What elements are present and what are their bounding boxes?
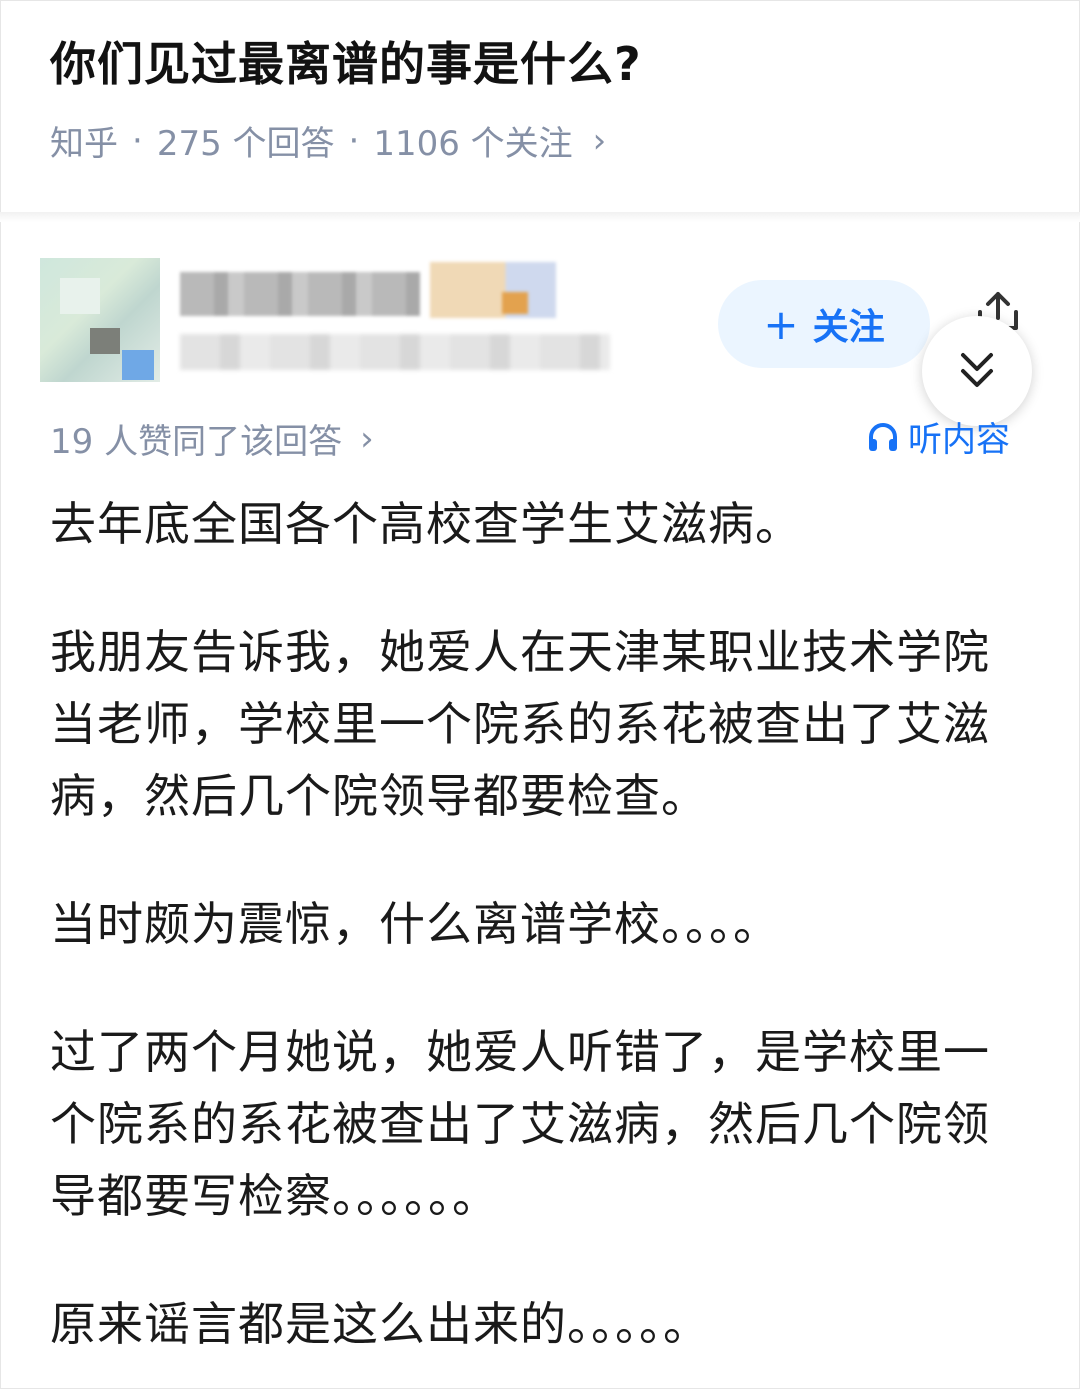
avatar[interactable] [40,258,160,382]
author-badge-blurred [430,262,556,318]
plus-icon: + [763,299,799,349]
follow-count: 1106 个关注 [373,124,573,164]
meta-separator: · [132,120,143,161]
author-name-blurred[interactable] [180,272,420,316]
follow-label: 关注 [812,307,885,348]
answer-paragraph: 我朋友告诉我，她爱人在天津某职业技术学院当老师，学校里一个院系的系花被查出了艾滋… [50,625,990,823]
collapse-button[interactable] [922,316,1032,426]
source-label: 知乎 [50,124,118,164]
question-meta[interactable]: 知乎 · 275 个回答 · 1106 个关注 › [50,116,606,165]
answer-paragraph: 原来谣言都是这么出来的。。。。。 [50,1297,710,1351]
section-divider [0,212,1080,222]
likes-count: 19 人赞同了该回答 [50,422,343,462]
chevron-right-icon: › [360,418,374,459]
answer-paragraph: 当时颇为震惊，什么离谱学校。。。。 [50,897,780,951]
answer-count: 275 个回答 [156,124,335,164]
listen-button[interactable]: 听内容 [866,412,1010,461]
question-title[interactable]: 你们见过最离谱的事是什么? [50,28,642,94]
chevron-right-icon: › [592,120,607,161]
author-bio-blurred [180,334,610,370]
listen-label: 听内容 [908,420,1010,460]
answer-paragraph: 过了两个月她说，她爱人听错了，是学校里一个院系的系花被查出了艾滋病，然后几个院领… [50,1025,990,1223]
answer-content: 去年底全国各个高校查学生艾滋病。 我朋友告诉我，她爱人在天津某职业技术学院当老师… [50,488,1030,1360]
collapse-chevrons-icon [961,353,993,387]
headphones-icon [869,422,897,451]
meta-separator: · [348,120,360,161]
likes-summary[interactable]: 19 人赞同了该回答 › [50,414,374,463]
follow-button[interactable]: + 关注 [718,280,930,368]
answer-paragraph: 去年底全国各个高校查学生艾滋病。 [50,497,802,551]
